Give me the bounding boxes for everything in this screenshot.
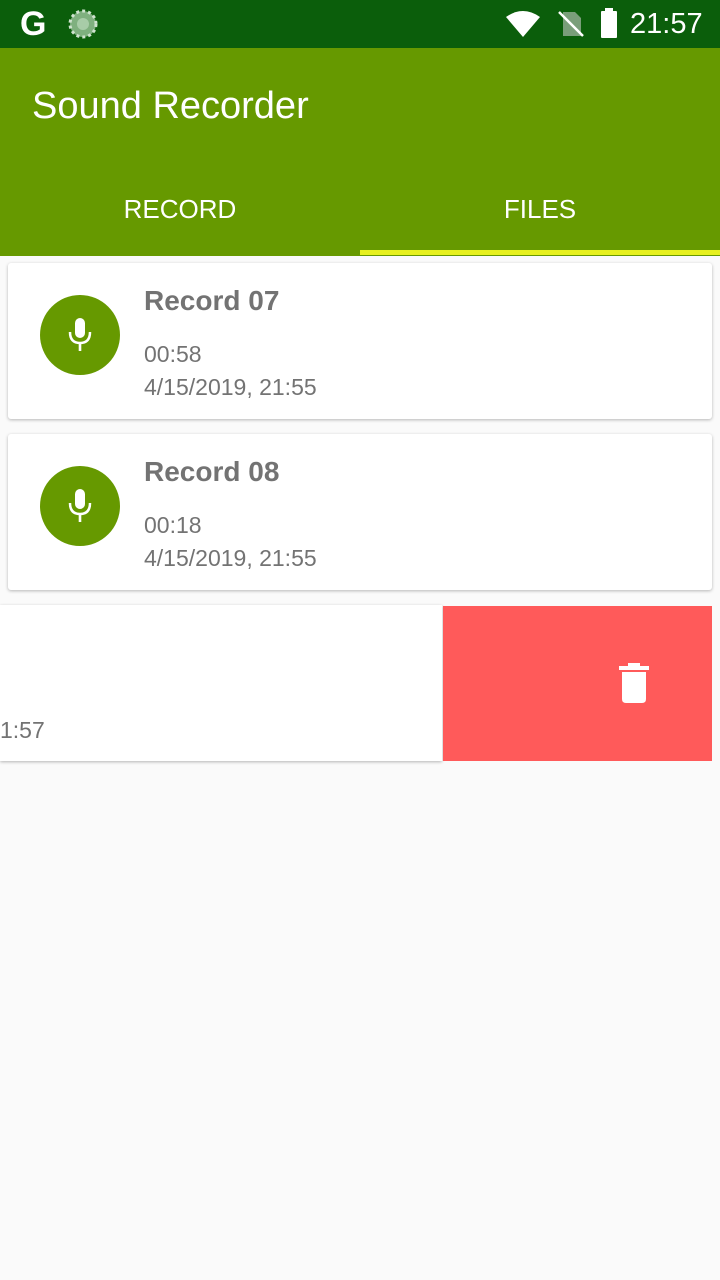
tab-record[interactable]: RECORD [0, 182, 360, 236]
recording-card[interactable]: Record 08 00:18 4/15/2019, 21:55 [8, 434, 712, 590]
no-sim-icon [558, 11, 584, 37]
recording-date: 1:57 [0, 717, 45, 743]
delete-action[interactable] [443, 606, 712, 761]
trash-icon[interactable] [619, 663, 649, 703]
recording-avatar [40, 466, 120, 546]
recording-date: 4/15/2019, 21:55 [144, 374, 317, 400]
microphone-icon [68, 318, 92, 351]
tab-indicator [360, 250, 720, 255]
app-bar: Sound Recorder RECORD FILES [0, 48, 720, 256]
recording-date: 4/15/2019, 21:55 [144, 545, 317, 571]
status-clock: 21:57 [630, 8, 703, 40]
recording-name: Record 07 [144, 285, 280, 316]
swiped-recording-row[interactable]: 1:57 [0, 605, 712, 761]
recording-avatar [40, 295, 120, 375]
recording-duration: 00:18 [144, 512, 202, 538]
recording-duration: 00:58 [144, 341, 202, 367]
loading-icon [68, 9, 98, 39]
recording-card[interactable]: Record 07 00:58 4/15/2019, 21:55 [8, 263, 712, 419]
microphone-icon [68, 489, 92, 522]
tab-files[interactable]: FILES [360, 182, 720, 236]
wifi-icon [506, 11, 540, 37]
page-title: Sound Recorder [32, 85, 309, 127]
status-bar: G 21:57 [0, 0, 720, 48]
swiped-recording-card[interactable]: 1:57 [0, 605, 442, 761]
google-icon: G [20, 5, 47, 43]
battery-icon [601, 8, 617, 38]
recording-name: Record 08 [144, 456, 280, 487]
